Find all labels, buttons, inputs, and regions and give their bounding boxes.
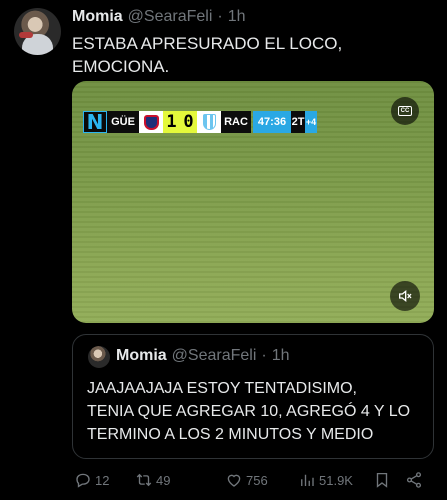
away-team-label: RAC xyxy=(221,111,251,133)
captions-button[interactable]: CC xyxy=(391,97,419,125)
quoted-author-handle: @SearaFeli xyxy=(171,347,257,364)
view-count: 51.9K xyxy=(319,472,353,488)
home-team-label: GÜE xyxy=(107,111,139,133)
closed-captions-icon: CC xyxy=(398,106,412,116)
scoreboard: N GÜE 1 0 RAC 47:36 2T +4 xyxy=(83,110,335,134)
share-button[interactable] xyxy=(405,471,423,489)
quoted-author-name: Momia xyxy=(116,347,167,364)
heart-icon xyxy=(227,474,241,487)
bookmark-button[interactable] xyxy=(373,471,391,489)
speaker-muted-icon xyxy=(399,289,412,303)
header-separator: · xyxy=(217,8,223,25)
quoted-author-avatar xyxy=(88,346,110,368)
author-avatar[interactable] xyxy=(14,8,61,55)
repost-count: 49 xyxy=(156,472,171,488)
away-team-crest-icon xyxy=(197,111,221,133)
video-player[interactable]: N GÜE 1 0 RAC 47:36 2T +4 CC xyxy=(72,81,434,323)
mute-button[interactable] xyxy=(390,281,420,311)
views-button[interactable]: 51.9K xyxy=(298,471,353,489)
quoted-text-line: TENIA QUE AGREGAR 10, AGREGÓ 4 Y LO xyxy=(87,403,411,420)
avatar-microphone xyxy=(19,32,33,38)
repost-button[interactable]: 49 xyxy=(135,471,170,489)
share-icon xyxy=(406,472,422,488)
reply-count: 12 xyxy=(95,472,110,488)
match-clock: 47:36 xyxy=(253,111,291,133)
like-button[interactable]: 756 xyxy=(225,471,268,489)
analytics-icon xyxy=(301,474,314,486)
reply-icon xyxy=(76,473,90,488)
quoted-tweet[interactable]: Momia @SearaFeli · 1h JAAJAAJAJA ESTOY T… xyxy=(72,334,434,459)
broadcaster-logo: N xyxy=(83,110,107,134)
tweet-actions: 12 49 756 51.9K xyxy=(72,468,437,492)
quoted-header-separator: · xyxy=(261,347,267,364)
home-team-crest-icon xyxy=(139,111,163,133)
repost-icon xyxy=(136,473,152,487)
quoted-text-line: TERMINO A LOS 2 MINUTOS Y MEDIO xyxy=(87,426,374,443)
tweet-text-line: ESTABA APRESURADO EL LOCO, xyxy=(72,34,343,53)
quoted-tweet-header: Momia @SearaFeli · 1h xyxy=(116,347,290,365)
added-time: +4 xyxy=(305,111,317,133)
reply-button[interactable]: 12 xyxy=(74,471,109,489)
tweet-header: Momia @SearaFeli · 1h xyxy=(72,8,246,28)
match-period: 2T xyxy=(291,111,305,133)
bookmark-icon xyxy=(376,472,388,488)
quoted-text-line: JAAJAAJAJA ESTOY TENTADISIMO, xyxy=(87,380,357,397)
author-handle[interactable]: @SearaFeli xyxy=(128,8,213,26)
tweet-text: ESTABA APRESURADO EL LOCO, EMOCIONA. xyxy=(72,32,432,78)
home-score: 1 xyxy=(163,111,180,133)
quoted-tweet-text: JAAJAAJAJA ESTOY TENTADISIMO, TENIA QUE … xyxy=(87,377,427,446)
tweet-text-line: EMOCIONA. xyxy=(72,57,170,76)
like-count: 756 xyxy=(246,472,268,488)
quoted-tweet-timestamp: 1h xyxy=(271,347,290,364)
away-score: 0 xyxy=(180,111,197,133)
author-name[interactable]: Momia xyxy=(72,8,123,26)
tweet-timestamp[interactable]: 1h xyxy=(228,8,246,26)
